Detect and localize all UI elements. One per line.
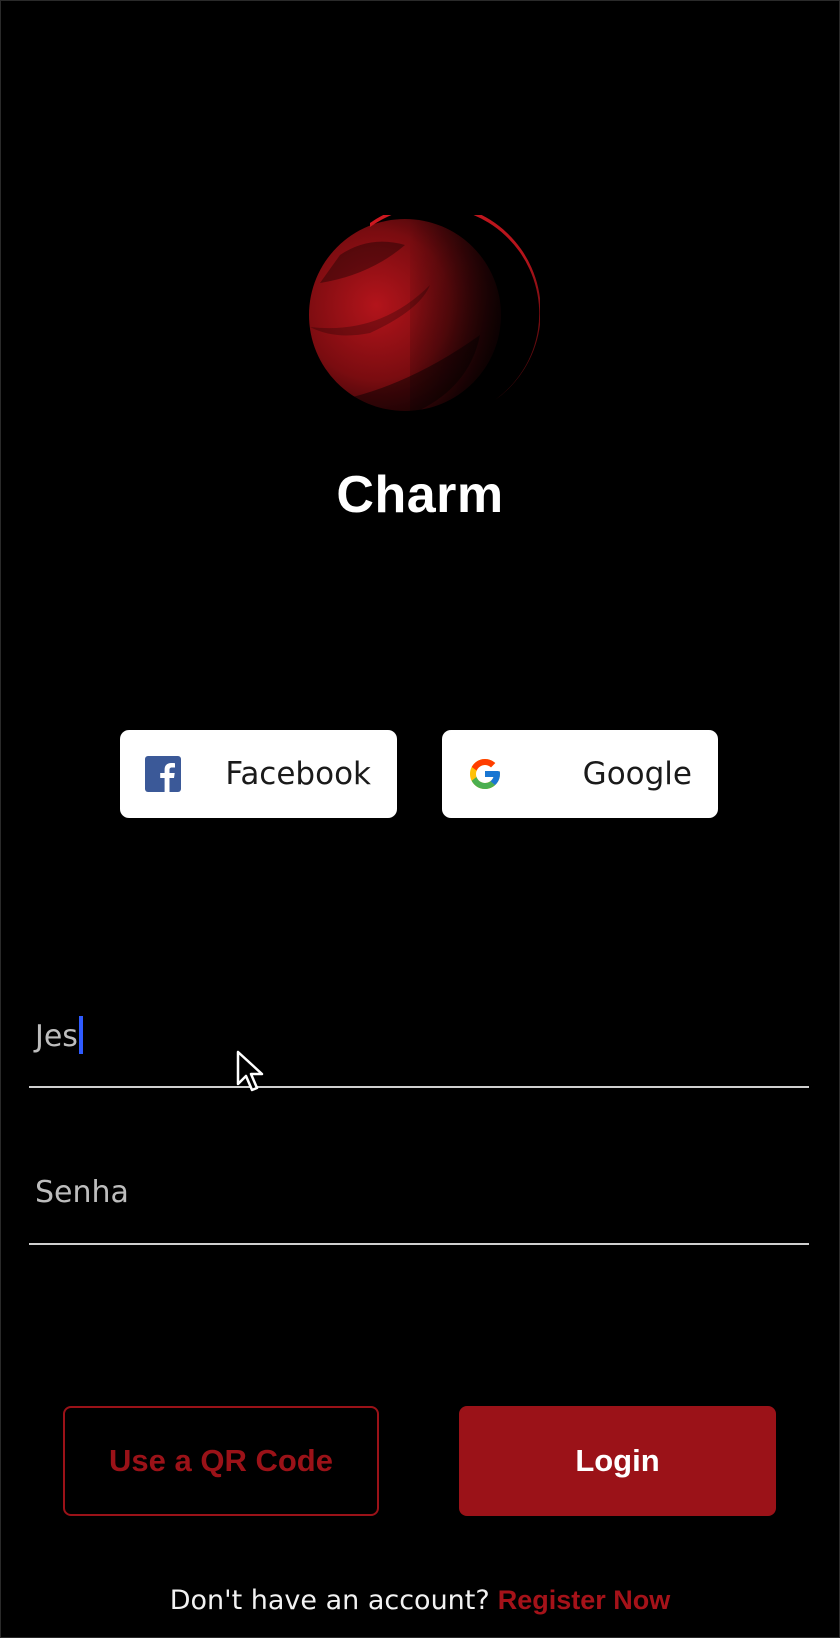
mouse-pointer-icon	[236, 1050, 264, 1092]
facebook-button-label: Facebook	[225, 756, 371, 792]
text-caret	[78, 1016, 83, 1054]
username-input-text[interactable]: Jes	[35, 1016, 83, 1057]
register-prompt: Don't have an account?	[169, 1585, 490, 1616]
google-button-label: Google	[582, 756, 692, 792]
register-now-link[interactable]: Register Now	[498, 1585, 671, 1615]
password-placeholder: Senha	[35, 1175, 129, 1210]
charm-logo-icon	[309, 215, 540, 425]
register-row: Don't have an account? Register Now	[0, 1580, 840, 1621]
username-value: Jes	[35, 1019, 78, 1054]
username-field[interactable]: Jes	[29, 998, 809, 1088]
qr-code-button[interactable]: Use a QR Code	[63, 1406, 379, 1516]
google-login-button[interactable]: Google	[442, 730, 718, 818]
facebook-login-button[interactable]: Facebook	[120, 730, 397, 818]
facebook-icon	[144, 755, 182, 793]
password-field[interactable]: Senha	[29, 1155, 809, 1245]
google-icon	[466, 755, 504, 793]
app-title: Charm	[336, 466, 504, 524]
login-button[interactable]: Login	[459, 1406, 776, 1516]
